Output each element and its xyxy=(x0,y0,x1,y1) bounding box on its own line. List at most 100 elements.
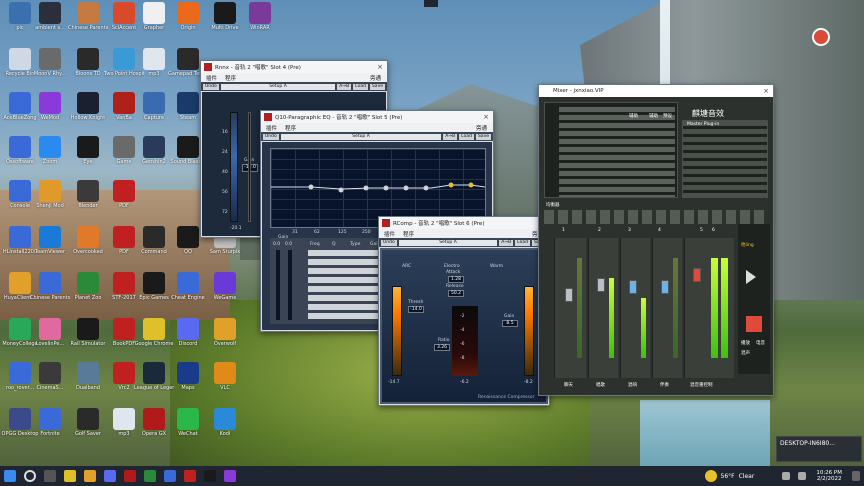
app-taskbar-icon[interactable] xyxy=(204,470,216,482)
app-taskbar-icon[interactable] xyxy=(164,470,176,482)
load-button[interactable]: Load xyxy=(353,83,368,90)
close-icon[interactable]: × xyxy=(482,113,490,121)
q10-titlebar[interactable]: Q10-Paragraphic EQ - 音轨 2 "唱歌" Slot 5 (P… xyxy=(261,111,493,123)
top-center-button[interactable] xyxy=(424,0,438,7)
desktop-icon[interactable]: Dualband xyxy=(68,362,108,391)
right-btn-electro[interactable]: 电音 xyxy=(756,340,765,346)
desktop-icon[interactable]: Zoom xyxy=(30,136,70,165)
desktop-icon[interactable]: Maps xyxy=(168,362,208,391)
master-fader[interactable] xyxy=(693,268,701,282)
gain-value[interactable]: 8.5 xyxy=(502,320,518,327)
ab-button[interactable]: A→B xyxy=(337,83,352,90)
discord-taskbar-icon[interactable] xyxy=(104,470,116,482)
explorer-taskbar-icon[interactable] xyxy=(84,470,96,482)
app-taskbar-icon[interactable] xyxy=(124,470,136,482)
menu-program[interactable]: 程序 xyxy=(225,74,236,82)
volume-fader[interactable] xyxy=(565,288,573,302)
save-button[interactable]: Save xyxy=(369,83,385,90)
desktop-icon[interactable]: Shenji Mod xyxy=(30,180,70,209)
gain-slider[interactable] xyxy=(248,112,251,222)
desktop-icon[interactable]: Multi Drive xyxy=(205,2,245,31)
notification-center-icon[interactable] xyxy=(852,471,860,481)
desktop-icon[interactable]: Eye xyxy=(68,136,108,165)
undo-button[interactable]: Undo xyxy=(381,239,397,246)
desktop-icon[interactable]: Cheat Engine xyxy=(168,272,208,301)
network-icon[interactable] xyxy=(798,472,807,480)
overlay-app-icon[interactable] xyxy=(812,28,830,46)
weather-icon[interactable] xyxy=(704,470,717,482)
right-btn-mix[interactable]: 混声 xyxy=(741,350,750,356)
desktop-icon[interactable]: Golf Saver xyxy=(68,408,108,437)
app-taskbar-icon[interactable] xyxy=(224,470,236,482)
menu-program[interactable]: 程序 xyxy=(403,230,414,238)
desktop-icon[interactable]: Overwolf xyxy=(205,318,245,347)
desktop-icon[interactable]: PDF xyxy=(104,180,144,209)
routing-grid[interactable] xyxy=(559,107,675,197)
app-taskbar-icon[interactable] xyxy=(184,470,196,482)
right-btn-play[interactable]: 播放 xyxy=(741,340,750,346)
search-icon[interactable] xyxy=(24,470,36,482)
desktop-icon[interactable]: Hollow Knight xyxy=(68,92,108,121)
desktop-icon[interactable]: TeamViewer xyxy=(30,226,70,255)
renaxx-titlebar[interactable]: Rnnx - 音轨 2 "唱歌" Slot 4 (Pre) × xyxy=(201,61,387,73)
desktop-icon[interactable]: Bloons TD xyxy=(68,48,108,77)
start-icon[interactable] xyxy=(4,470,16,482)
weather-temp[interactable]: 56°F xyxy=(721,473,735,480)
desktop-icon[interactable]: ambient s... xyxy=(30,2,70,31)
band-cells[interactable] xyxy=(308,250,386,320)
desktop-icon[interactable]: WeMod xyxy=(30,92,70,121)
setup-select[interactable]: Setup A xyxy=(280,133,442,140)
volume-icon[interactable] xyxy=(782,472,791,480)
close-icon[interactable]: × xyxy=(376,63,384,71)
ab-button[interactable]: A→B xyxy=(443,133,458,140)
attack-value[interactable]: 1.28 xyxy=(448,276,464,283)
desktop-icon[interactable]: Kodi xyxy=(205,408,245,437)
desktop-icon[interactable]: LovelinPe... xyxy=(30,318,70,347)
menu-plugins[interactable]: 插件 xyxy=(266,124,277,132)
desktop-icon[interactable]: WinRAR xyxy=(240,2,280,31)
ratio-value[interactable]: 3.26 xyxy=(434,344,450,351)
volume-fader[interactable] xyxy=(597,278,605,292)
task-view-icon[interactable] xyxy=(44,470,56,482)
volume-fader[interactable] xyxy=(661,280,669,294)
rcomp-titlebar[interactable]: RComp - 音轨 2 "唱歌" Slot 6 (Pre) × xyxy=(379,217,549,229)
desktop-icon[interactable]: Fortnite xyxy=(30,408,70,437)
release-value[interactable]: 50.2 xyxy=(448,290,464,297)
desktop-icon[interactable]: Rail Simulator xyxy=(68,318,108,347)
desktop-icon[interactable]: WeChat xyxy=(168,408,208,437)
desktop-icon[interactable]: Chinese Parents Table xyxy=(30,272,70,301)
close-icon[interactable]: × xyxy=(762,87,770,95)
volume-fader[interactable] xyxy=(629,280,637,294)
save-button[interactable]: Save xyxy=(475,133,491,140)
desktop-icon[interactable]: Overcooked xyxy=(68,226,108,255)
clock[interactable]: 10:26 PM 2/2/2022 xyxy=(816,470,842,482)
desktop-icon[interactable]: Blender xyxy=(68,180,108,209)
desktop-icon[interactable]: Planet Zoo xyxy=(68,272,108,301)
ab-button[interactable]: A→B xyxy=(499,239,514,246)
play-icon[interactable] xyxy=(746,270,756,284)
desktop-icon[interactable]: Chinese Parents xyxy=(68,2,108,31)
desktop-icon[interactable]: WeGame xyxy=(205,272,245,301)
bypass-button[interactable]: 旁通 xyxy=(370,74,381,82)
undo-button[interactable]: Undo xyxy=(203,83,219,90)
chevron-up-icon[interactable] xyxy=(766,470,774,482)
desktop-icon[interactable]: Origin xyxy=(168,2,208,31)
load-button[interactable]: Load xyxy=(515,239,530,246)
desktop-icon[interactable]: CinemaS... xyxy=(30,362,70,391)
app-taskbar-icon[interactable] xyxy=(144,470,156,482)
mixer-titlebar[interactable]: Mixer - jxnxiao.VIP × xyxy=(539,85,773,97)
desktop-icon[interactable]: VLC xyxy=(205,362,245,391)
menu-program[interactable]: 程序 xyxy=(285,124,296,132)
menu-plugins[interactable]: 插件 xyxy=(384,230,395,238)
setup-select[interactable]: Setup A xyxy=(220,83,336,90)
bypass-button[interactable]: 旁通 xyxy=(476,124,487,132)
thresh-value[interactable]: -14.0 xyxy=(408,306,424,313)
menu-plugins[interactable]: 插件 xyxy=(206,74,217,82)
setup-select[interactable]: Setup A xyxy=(398,239,498,246)
chrome-taskbar-icon[interactable] xyxy=(64,470,76,482)
output-fader-left[interactable] xyxy=(276,250,280,320)
undo-button[interactable]: Undo xyxy=(263,133,279,140)
notification-toast[interactable]: DESKTOP-IN6I80... xyxy=(776,436,862,462)
eq-knob-row[interactable] xyxy=(544,210,768,224)
output-fader-right[interactable] xyxy=(288,250,292,320)
